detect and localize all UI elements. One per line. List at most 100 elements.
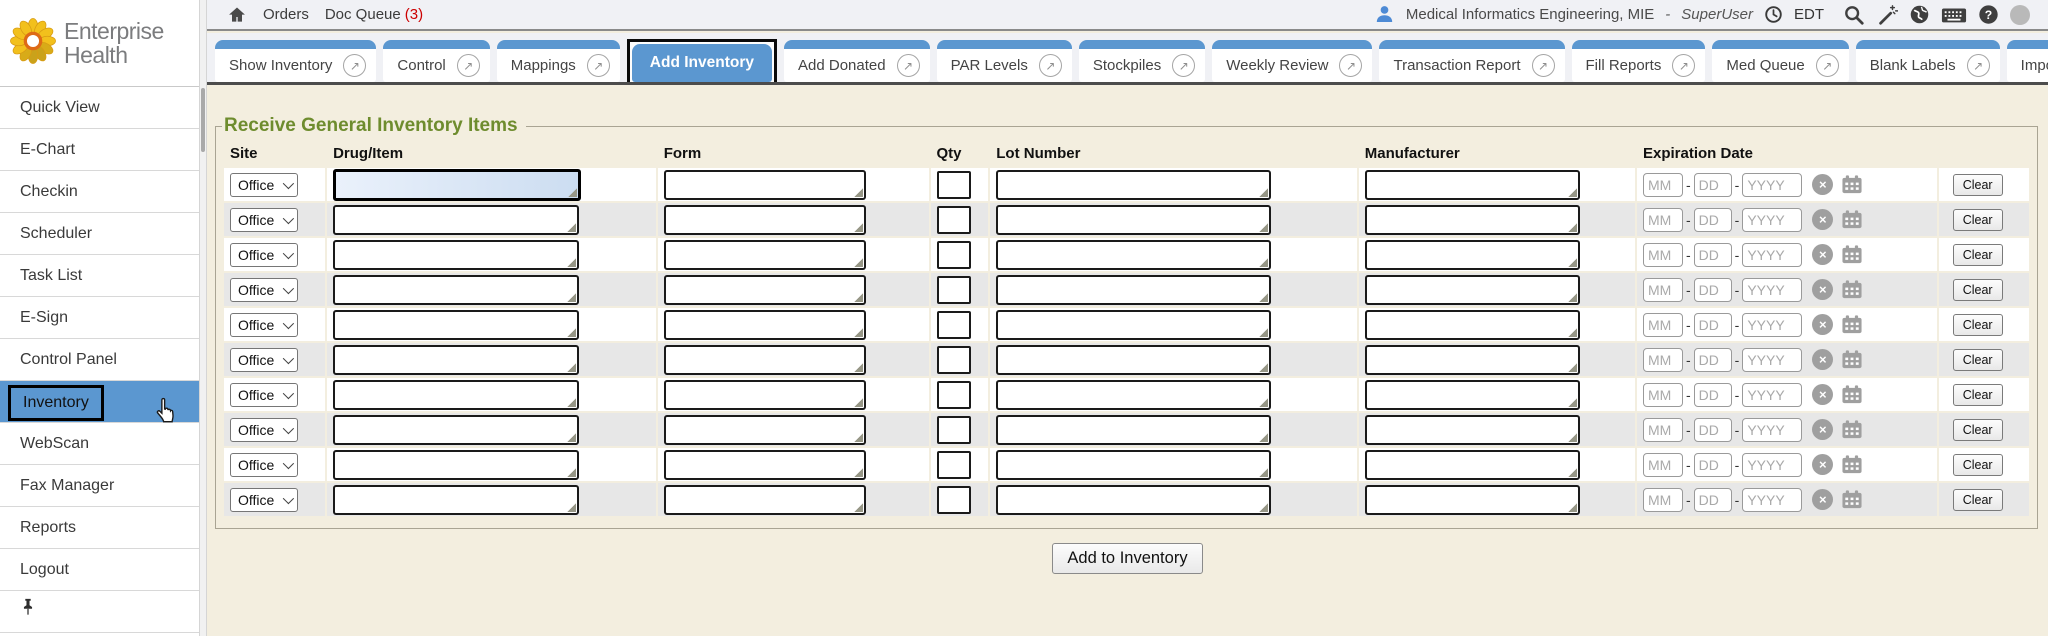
qty-input[interactable] xyxy=(937,206,971,234)
qty-input[interactable] xyxy=(937,241,971,269)
breadcrumb-doc-queue[interactable]: Doc Queue(3) xyxy=(325,6,423,23)
drug-item-input[interactable] xyxy=(333,240,579,270)
drug-item-input[interactable] xyxy=(333,205,579,235)
clear-date-icon[interactable]: × xyxy=(1812,174,1833,195)
popout-icon[interactable]: ↗ xyxy=(1339,54,1362,77)
lot-number-input[interactable] xyxy=(996,205,1270,235)
site-select[interactable]: Office xyxy=(230,173,298,197)
form-input[interactable] xyxy=(664,450,867,480)
tab[interactable]: Control ↗ xyxy=(383,40,489,82)
month-input[interactable] xyxy=(1643,208,1683,232)
drug-item-input[interactable] xyxy=(333,415,579,445)
popout-icon[interactable]: ↗ xyxy=(1967,54,1990,77)
qty-input[interactable] xyxy=(937,311,971,339)
month-input[interactable] xyxy=(1643,383,1683,407)
sidebar-item-reports[interactable]: Reports xyxy=(0,507,199,549)
lot-number-input[interactable] xyxy=(996,170,1270,200)
day-input[interactable] xyxy=(1694,383,1732,407)
calendar-icon[interactable] xyxy=(1840,244,1864,265)
clear-row-button[interactable]: Clear xyxy=(1953,384,2003,406)
clear-date-icon[interactable]: × xyxy=(1812,279,1833,300)
site-select[interactable]: Office xyxy=(230,278,298,302)
help-icon[interactable]: ? xyxy=(1978,4,1999,25)
sidebar-item-task-list[interactable]: Task List xyxy=(0,255,199,297)
year-input[interactable] xyxy=(1742,313,1802,337)
popout-icon[interactable]: ↗ xyxy=(457,54,480,77)
sidebar-item-checkin[interactable]: Checkin xyxy=(0,171,199,213)
day-input[interactable] xyxy=(1694,348,1732,372)
form-input[interactable] xyxy=(664,310,867,340)
clear-date-icon[interactable]: × xyxy=(1812,209,1833,230)
month-input[interactable] xyxy=(1643,453,1683,477)
wand-icon[interactable] xyxy=(1876,4,1898,26)
clear-row-button[interactable]: Clear xyxy=(1953,314,2003,336)
form-input[interactable] xyxy=(664,345,867,375)
year-input[interactable] xyxy=(1742,173,1802,197)
clear-row-button[interactable]: Clear xyxy=(1953,489,2003,511)
tab[interactable]: PAR Levels ↗ xyxy=(937,40,1072,82)
clear-date-icon[interactable]: × xyxy=(1812,454,1833,475)
calendar-icon[interactable] xyxy=(1840,209,1864,230)
tab[interactable]: Weekly Review ↗ xyxy=(1212,40,1372,82)
year-input[interactable] xyxy=(1742,488,1802,512)
manufacturer-input[interactable] xyxy=(1365,415,1580,445)
lot-number-input[interactable] xyxy=(996,450,1270,480)
search-icon[interactable] xyxy=(1843,4,1865,26)
day-input[interactable] xyxy=(1694,418,1732,442)
month-input[interactable] xyxy=(1643,278,1683,302)
lot-number-input[interactable] xyxy=(996,345,1270,375)
tab[interactable]: Fill Reports ↗ xyxy=(1572,40,1706,82)
day-input[interactable] xyxy=(1694,243,1732,267)
year-input[interactable] xyxy=(1742,278,1802,302)
qty-input[interactable] xyxy=(937,451,971,479)
drug-item-input[interactable] xyxy=(333,310,579,340)
day-input[interactable] xyxy=(1694,173,1732,197)
clear-date-icon[interactable]: × xyxy=(1812,314,1833,335)
site-select[interactable]: Office xyxy=(230,243,298,267)
site-select[interactable]: Office xyxy=(230,453,298,477)
drug-item-input[interactable] xyxy=(333,345,579,375)
month-input[interactable] xyxy=(1643,173,1683,197)
sidebar-item-quick-view[interactable]: Quick View xyxy=(0,87,199,129)
popout-icon[interactable]: ↗ xyxy=(1039,54,1062,77)
popout-icon[interactable]: ↗ xyxy=(343,54,366,77)
user-icon[interactable] xyxy=(1374,4,1395,25)
drug-item-input[interactable] xyxy=(333,275,579,305)
sidebar-item-fax-manager[interactable]: Fax Manager xyxy=(0,465,199,507)
manufacturer-input[interactable] xyxy=(1365,345,1580,375)
drug-item-input[interactable] xyxy=(333,380,579,410)
drug-item-input[interactable] xyxy=(333,485,579,515)
breadcrumb-orders[interactable]: Orders xyxy=(263,6,309,23)
sidebar-item-e-chart[interactable]: E-Chart xyxy=(0,129,199,171)
manufacturer-input[interactable] xyxy=(1365,275,1580,305)
site-select[interactable]: Office xyxy=(230,418,298,442)
clear-row-button[interactable]: Clear xyxy=(1953,349,2003,371)
tab[interactable]: Blank Labels ↗ xyxy=(1856,40,2000,82)
manufacturer-input[interactable] xyxy=(1365,450,1580,480)
year-input[interactable] xyxy=(1742,418,1802,442)
month-input[interactable] xyxy=(1643,418,1683,442)
clear-row-button[interactable]: Clear xyxy=(1953,174,2003,196)
day-input[interactable] xyxy=(1694,453,1732,477)
add-to-inventory-button[interactable]: Add to Inventory xyxy=(1052,543,1202,574)
qty-input[interactable] xyxy=(937,486,971,514)
clear-row-button[interactable]: Clear xyxy=(1953,244,2003,266)
keyboard-icon[interactable] xyxy=(1941,5,1967,25)
clear-date-icon[interactable]: × xyxy=(1812,489,1833,510)
qty-input[interactable] xyxy=(937,276,971,304)
site-select[interactable]: Office xyxy=(230,208,298,232)
clear-date-icon[interactable]: × xyxy=(1812,244,1833,265)
clear-date-icon[interactable]: × xyxy=(1812,384,1833,405)
sidebar-item-e-sign[interactable]: E-Sign xyxy=(0,297,199,339)
calendar-icon[interactable] xyxy=(1840,454,1864,475)
form-input[interactable] xyxy=(664,380,867,410)
presence-indicator[interactable] xyxy=(2010,5,2030,25)
sidebar-item-scheduler[interactable]: Scheduler xyxy=(0,213,199,255)
sidebar-item-logout[interactable]: Logout xyxy=(0,549,199,591)
clear-row-button[interactable]: Clear xyxy=(1953,419,2003,441)
site-select[interactable]: Office xyxy=(230,348,298,372)
tab[interactable]: Med Queue ↗ xyxy=(1712,40,1848,82)
tab[interactable]: Stockpiles ↗ xyxy=(1079,40,1205,82)
qty-input[interactable] xyxy=(937,381,971,409)
year-input[interactable] xyxy=(1742,208,1802,232)
